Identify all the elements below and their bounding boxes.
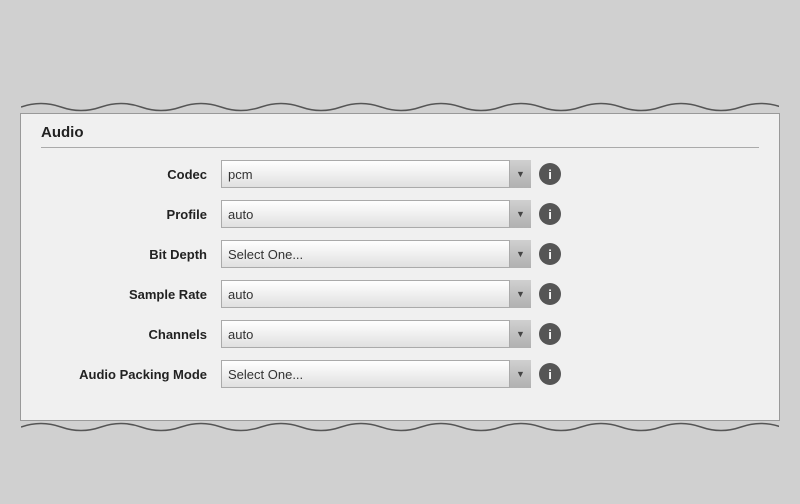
select-channels[interactable]: auto125.1 (221, 320, 531, 348)
label-sample-rate: Sample Rate (41, 287, 221, 302)
label-channels: Channels (41, 327, 221, 342)
label-bit-depth: Bit Depth (41, 247, 221, 262)
select-wrapper-audio-packing-mode: Select One...NormalPacked (221, 360, 531, 388)
label-audio-packing-mode: Audio Packing Mode (41, 367, 221, 382)
row-bit-depth: Bit DepthSelect One...8162432 i (41, 240, 759, 268)
info-icon-bit-depth[interactable]: i (539, 243, 561, 265)
row-codec: Codecpcmaacmp3ac3 i (41, 160, 759, 188)
row-sample-rate: Sample Rateauto220504410048000 i (41, 280, 759, 308)
control-wrap-sample-rate: auto220504410048000 i (221, 280, 561, 308)
control-wrap-bit-depth: Select One...8162432 i (221, 240, 561, 268)
control-wrap-channels: auto125.1 i (221, 320, 561, 348)
panel-bottom-edge (21, 420, 779, 434)
label-codec: Codec (41, 167, 221, 182)
select-sample-rate[interactable]: auto220504410048000 (221, 280, 531, 308)
info-icon-codec[interactable]: i (539, 163, 561, 185)
panel-top-edge (21, 100, 779, 114)
info-icon-profile[interactable]: i (539, 203, 561, 225)
audio-panel: Audio Codecpcmaacmp3ac3iProfileautobasel… (20, 113, 780, 421)
select-wrapper-bit-depth: Select One...8162432 (221, 240, 531, 268)
select-audio-packing-mode[interactable]: Select One...NormalPacked (221, 360, 531, 388)
select-wrapper-sample-rate: auto220504410048000 (221, 280, 531, 308)
info-icon-audio-packing-mode[interactable]: i (539, 363, 561, 385)
info-icon-sample-rate[interactable]: i (539, 283, 561, 305)
panel-title: Audio (41, 124, 759, 148)
select-wrapper-profile: autobaselinemainhigh (221, 200, 531, 228)
row-profile: Profileautobaselinemainhigh i (41, 200, 759, 228)
select-bit-depth[interactable]: Select One...8162432 (221, 240, 531, 268)
select-wrapper-codec: pcmaacmp3ac3 (221, 160, 531, 188)
row-channels: Channelsauto125.1 i (41, 320, 759, 348)
label-profile: Profile (41, 207, 221, 222)
control-wrap-codec: pcmaacmp3ac3 i (221, 160, 561, 188)
control-wrap-profile: autobaselinemainhigh i (221, 200, 561, 228)
select-profile[interactable]: autobaselinemainhigh (221, 200, 531, 228)
row-audio-packing-mode: Audio Packing ModeSelect One...NormalPac… (41, 360, 759, 388)
info-icon-channels[interactable]: i (539, 323, 561, 345)
select-wrapper-channels: auto125.1 (221, 320, 531, 348)
select-codec[interactable]: pcmaacmp3ac3 (221, 160, 531, 188)
control-wrap-audio-packing-mode: Select One...NormalPacked i (221, 360, 561, 388)
